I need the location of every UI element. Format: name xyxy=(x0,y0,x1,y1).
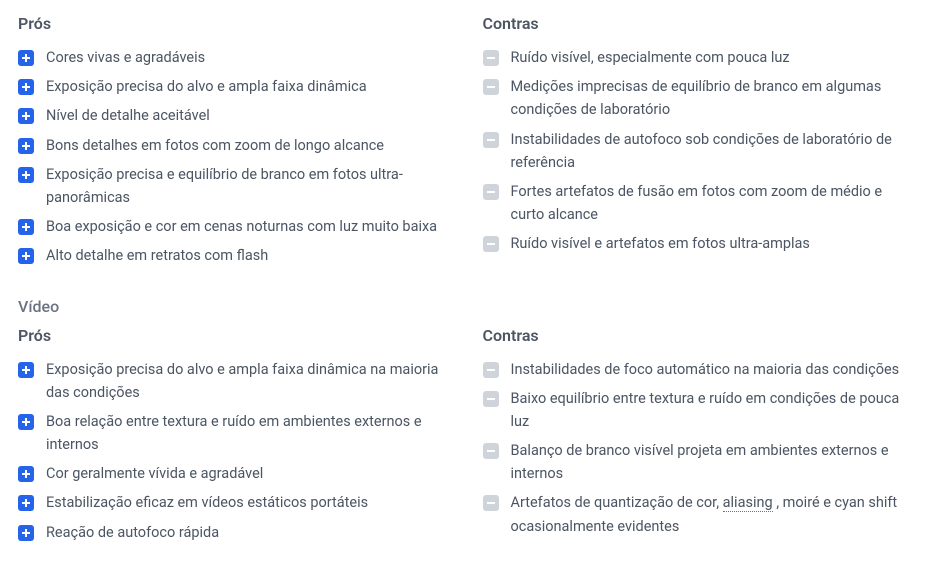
photo-cons-heading: Contras xyxy=(483,14,920,33)
list-item-text: Ruído visível, especialmente com pouca l… xyxy=(511,46,790,69)
plus-icon xyxy=(18,414,34,430)
list-item-text: Exposição precisa do alvo e ampla faixa … xyxy=(46,75,367,98)
plus-icon xyxy=(18,362,34,378)
list-item-text: Instabilidades de autofoco sob condições… xyxy=(511,128,920,174)
list-item-text: Nível de detalhe aceitável xyxy=(46,104,210,127)
plus-icon xyxy=(18,525,34,541)
list-item-text: Cor geralmente vívida e agradável xyxy=(46,462,263,485)
video-section-heading: Vídeo xyxy=(18,297,919,316)
list-item-text: Boa exposição e cor em cenas noturnas co… xyxy=(46,215,437,238)
list-item: Exposição precisa do alvo e ampla faixa … xyxy=(18,355,455,407)
photo-row: Prós Cores vivas e agradáveis Exposição p… xyxy=(18,14,919,271)
list-item: Instabilidades de autofoco sob condições… xyxy=(483,125,920,177)
list-item: Medições imprecisas de equilíbrio de bra… xyxy=(483,72,920,124)
list-item: Cor geralmente vívida e agradável xyxy=(18,459,455,488)
list-item-text: Bons detalhes em fotos com zoom de longo… xyxy=(46,134,384,157)
photo-cons-list: Ruído visível, especialmente com pouca l… xyxy=(483,43,920,259)
video-pros-list: Exposição precisa do alvo e ampla faixa … xyxy=(18,355,455,547)
plus-icon xyxy=(18,167,34,183)
photo-cons-col: Contras Ruído visível, especialmente com… xyxy=(483,14,920,271)
list-item-text: Artefatos de quantização de cor, aliasin… xyxy=(511,491,920,537)
photo-pros-heading: Prós xyxy=(18,14,455,33)
minus-icon xyxy=(483,391,499,407)
list-item: Balanço de branco visível projeta em amb… xyxy=(483,436,920,488)
minus-icon xyxy=(483,236,499,252)
list-item: Fortes artefatos de fusão em fotos com z… xyxy=(483,177,920,229)
list-item: Estabilização eficaz em vídeos estáticos… xyxy=(18,488,455,517)
list-item-text: Instabilidades de foco automático na mai… xyxy=(511,358,900,381)
list-item: Baixo equilíbrio entre textura e ruído e… xyxy=(483,384,920,436)
minus-icon xyxy=(483,495,499,511)
list-item: Alto detalhe em retratos com flash xyxy=(18,241,455,270)
video-row: Prós Exposição precisa do alvo e ampla f… xyxy=(18,326,919,547)
minus-icon xyxy=(483,79,499,95)
list-item: Ruído visível, especialmente com pouca l… xyxy=(483,43,920,72)
photo-pros-list: Cores vivas e agradáveis Exposição precis… xyxy=(18,43,455,271)
list-item: Boa exposição e cor em cenas noturnas co… xyxy=(18,212,455,241)
list-item: Ruído visível e artefatos em fotos ultra… xyxy=(483,229,920,258)
list-item-text: Ruído visível e artefatos em fotos ultra… xyxy=(511,232,810,255)
video-pros-heading: Prós xyxy=(18,326,455,345)
plus-icon xyxy=(18,248,34,264)
list-item-text: Alto detalhe em retratos com flash xyxy=(46,244,268,267)
list-item: Boa relação entre textura e ruído em amb… xyxy=(18,407,455,459)
list-item: Cores vivas e agradáveis xyxy=(18,43,455,72)
list-item-text: Fortes artefatos de fusão em fotos com z… xyxy=(511,180,920,226)
list-item: Reação de autofoco rápida xyxy=(18,518,455,547)
plus-icon xyxy=(18,138,34,154)
list-item-text: Exposição precisa e equilíbrio de branco… xyxy=(46,163,455,209)
minus-icon xyxy=(483,50,499,66)
list-item-text: Cores vivas e agradáveis xyxy=(46,46,205,69)
list-item-text: Exposição precisa do alvo e ampla faixa … xyxy=(46,358,455,404)
list-item: Bons detalhes em fotos com zoom de longo… xyxy=(18,131,455,160)
video-cons-heading: Contras xyxy=(483,326,920,345)
list-item-text: Medições imprecisas de equilíbrio de bra… xyxy=(511,75,920,121)
glossary-link[interactable]: aliasing xyxy=(723,494,773,512)
plus-icon xyxy=(18,219,34,235)
list-item: Nível de detalhe aceitável xyxy=(18,101,455,130)
minus-icon xyxy=(483,184,499,200)
list-item: Exposição precisa e equilíbrio de branco… xyxy=(18,160,455,212)
minus-icon xyxy=(483,443,499,459)
list-item-text: Boa relação entre textura e ruído em amb… xyxy=(46,410,455,456)
list-item: Exposição precisa do alvo e ampla faixa … xyxy=(18,72,455,101)
list-item-text: Reação de autofoco rápida xyxy=(46,521,219,544)
list-item: Instabilidades de foco automático na mai… xyxy=(483,355,920,384)
video-pros-col: Prós Exposição precisa do alvo e ampla f… xyxy=(18,326,455,547)
plus-icon xyxy=(18,466,34,482)
photo-pros-col: Prós Cores vivas e agradáveis Exposição p… xyxy=(18,14,455,271)
plus-icon xyxy=(18,50,34,66)
list-item-text: Balanço de branco visível projeta em amb… xyxy=(511,439,920,485)
video-cons-col: Contras Instabilidades de foco automátic… xyxy=(483,326,920,547)
minus-icon xyxy=(483,362,499,378)
list-item: Artefatos de quantização de cor, aliasin… xyxy=(483,488,920,540)
plus-icon xyxy=(18,79,34,95)
plus-icon xyxy=(18,108,34,124)
video-cons-list: Instabilidades de foco automático na mai… xyxy=(483,355,920,541)
plus-icon xyxy=(18,495,34,511)
minus-icon xyxy=(483,132,499,148)
list-item-text: Estabilização eficaz em vídeos estáticos… xyxy=(46,491,368,514)
list-item-text: Baixo equilíbrio entre textura e ruído e… xyxy=(511,387,920,433)
